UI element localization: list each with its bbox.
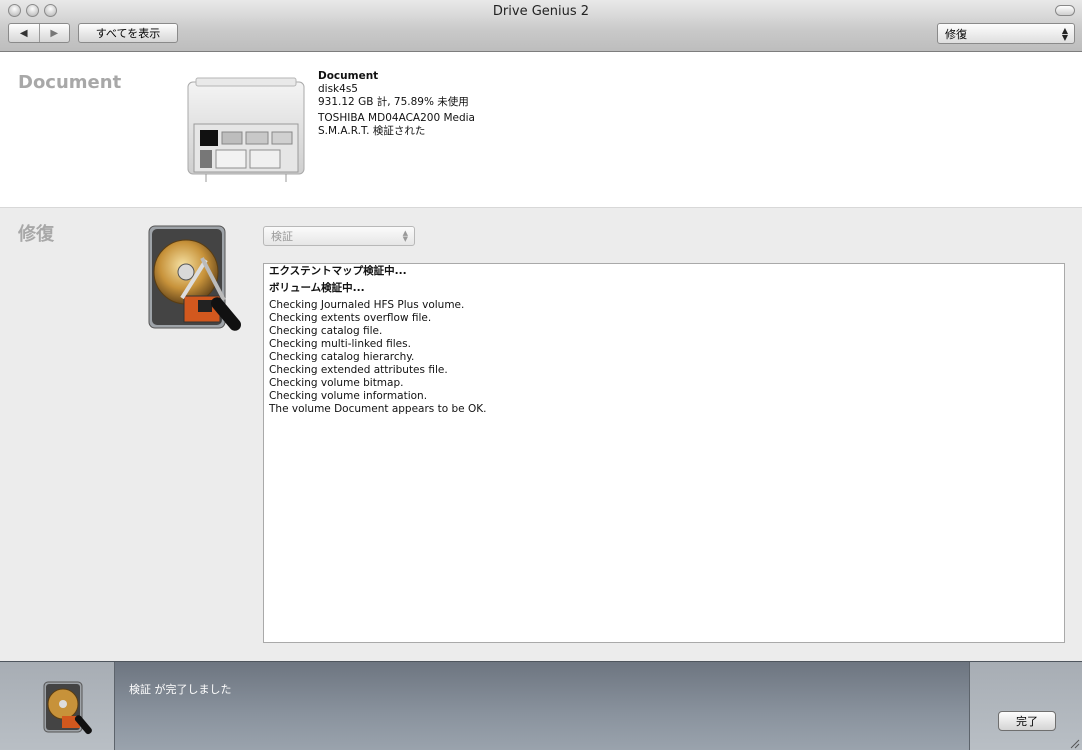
disk-device: disk4s5 [318, 83, 358, 95]
window-title: Drive Genius 2 [492, 4, 590, 19]
log-header: エクステントマップ検証中... [269, 265, 407, 277]
repair-section-title: 修復 [18, 224, 54, 245]
disk-smart-status: S.M.A.R.T. 検証された [318, 125, 426, 137]
log-line: Checking catalog file. [269, 325, 383, 337]
title-toolbar: Drive Genius 2 ◀ ▶ すべてを表示 修復 ▲ ▼ [0, 0, 1082, 52]
status-icon-box [0, 662, 115, 750]
mode-select[interactable]: 修復 ▲ ▼ [937, 23, 1075, 44]
log-line: Checking catalog hierarchy. [269, 351, 415, 363]
log-line: Checking multi-linked files. [269, 338, 411, 350]
disk-name: Document [318, 70, 379, 82]
repair-section: 修復 検証 ▲ ▼ エクステントマップ検証中... ボリューム検証中... Che… [0, 208, 1082, 661]
hard-drive-screwdriver-icon [148, 225, 241, 331]
operation-select-value: 検証 [271, 230, 293, 243]
log-line: Checking extended attributes file. [269, 364, 448, 376]
forward-arrow-icon: ▶ [50, 27, 59, 39]
log-line: Checking volume information. [269, 390, 428, 402]
disk-capacity: 931.12 GB 計, 75.89% 未使用 [318, 96, 469, 108]
repair-log[interactable]: エクステントマップ検証中... ボリューム検証中... Checking Jou… [263, 263, 1065, 643]
disk-details: Document disk4s5 931.12 GB 計, 75.89% 未使用… [318, 70, 475, 138]
select-arrows-icon: ▲ ▼ [1061, 26, 1068, 42]
mac-pro-icon [187, 77, 305, 182]
log-header: ボリューム検証中... [269, 282, 365, 294]
forward-button[interactable]: ▶ [38, 24, 70, 42]
operation-select[interactable]: 検証 ▲ ▼ [263, 226, 415, 246]
back-button[interactable]: ◀ [9, 24, 39, 42]
disk-info-section: Document Document disk4s5 931.12 GB 計, 7… [0, 52, 1082, 208]
nav-button-group: ◀ ▶ [8, 23, 70, 43]
select-arrows-icon: ▲ ▼ [402, 229, 408, 243]
disk-model: TOSHIBA MD04ACA200 Media [318, 112, 475, 124]
mode-select-value: 修復 [945, 27, 967, 41]
disk-section-title: Document [18, 72, 122, 93]
done-box: 完了 [969, 662, 1082, 750]
status-bar: 検証 が完了しました 完了 [0, 661, 1082, 750]
toolbar-toggle-button[interactable] [1055, 5, 1075, 16]
log-line: Checking extents overflow file. [269, 312, 432, 324]
back-arrow-icon: ◀ [19, 27, 28, 39]
log-line: The volume Document appears to be OK. [269, 403, 487, 415]
resize-grip-icon[interactable] [1069, 738, 1080, 749]
log-line: Checking volume bitmap. [269, 377, 404, 389]
hard-drive-screwdriver-icon [43, 681, 92, 735]
done-button[interactable]: 完了 [998, 711, 1056, 731]
status-message: 検証 が完了しました [129, 683, 232, 696]
show-all-button[interactable]: すべてを表示 [78, 23, 178, 43]
log-line: Checking Journaled HFS Plus volume. [269, 299, 465, 311]
